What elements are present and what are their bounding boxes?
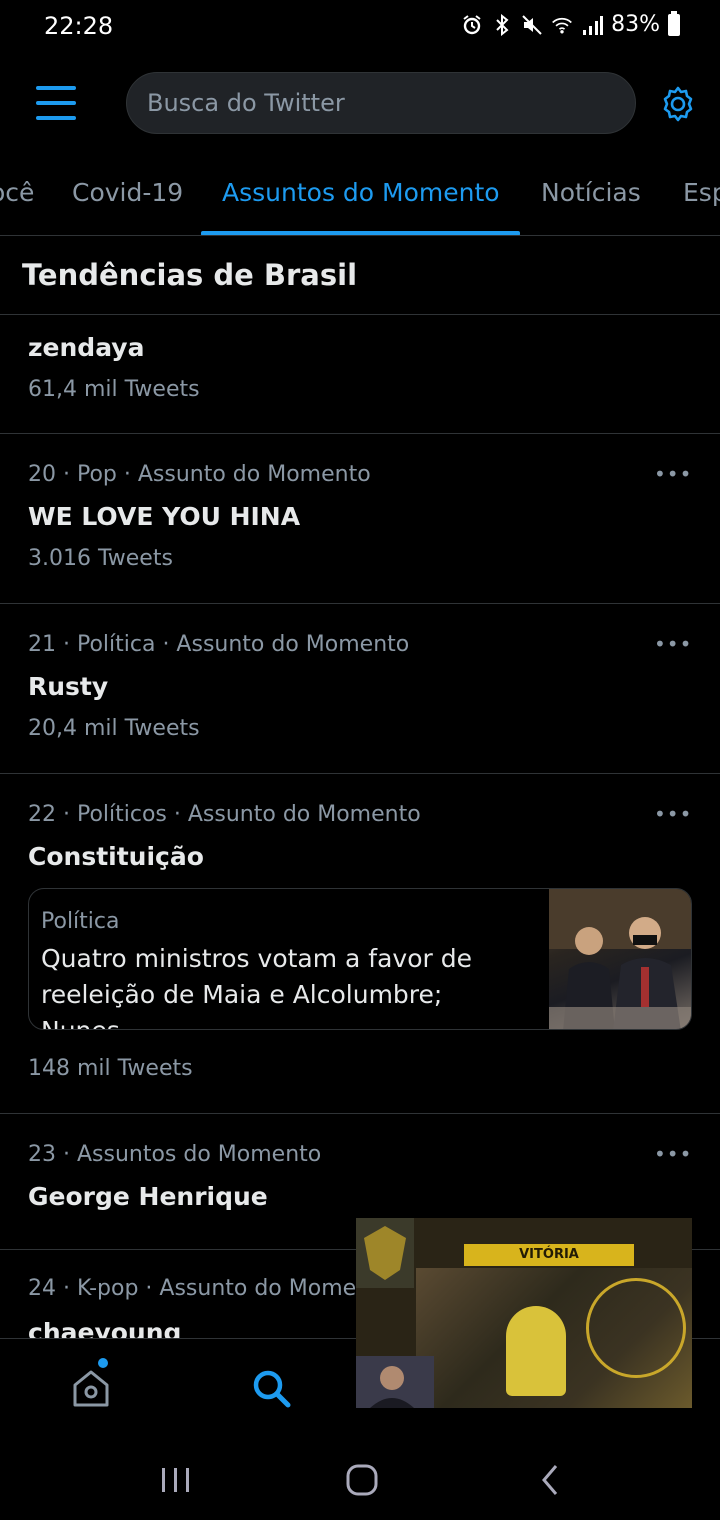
trend-name: Rusty	[28, 672, 109, 701]
trend-item[interactable]: 20 · Pop · Assunto do Momento ••• WE LOV…	[0, 434, 720, 604]
trend-meta: 22 · Políticos · Assunto do Momento	[28, 802, 421, 827]
menu-icon-line	[36, 101, 76, 105]
signal-icon	[581, 14, 604, 36]
news-headline: Quatro ministros votam a favor de reelei…	[41, 944, 472, 1029]
trend-item[interactable]: zendaya 61,4 mil Tweets	[0, 315, 720, 434]
more-options-icon[interactable]: •••	[654, 632, 691, 656]
more-options-icon[interactable]: •••	[654, 462, 691, 486]
tab-for-you[interactable]: ocê	[0, 178, 34, 207]
search-icon[interactable]	[248, 1365, 294, 1411]
trend-name: George Henrique	[28, 1182, 268, 1211]
trend-meta: 23 · Assuntos do Momento	[28, 1142, 322, 1167]
menu-icon-line	[36, 86, 76, 90]
trend-count: 3.016 Tweets	[28, 546, 173, 571]
tab-sports[interactable]: Esp	[683, 178, 720, 207]
news-thumbnail	[549, 889, 691, 1029]
status-time: 22:28	[44, 12, 114, 40]
trend-count: 148 mil Tweets	[28, 1056, 193, 1081]
system-navigation	[0, 1438, 720, 1520]
tab-trending[interactable]: Assuntos do Momento	[222, 178, 500, 207]
menu-button[interactable]	[36, 86, 76, 120]
battery-icon	[668, 10, 680, 36]
video-emblem	[586, 1278, 686, 1378]
trend-name: zendaya	[28, 333, 145, 362]
trend-item[interactable]: 22 · Políticos · Assunto do Momento ••• …	[0, 774, 720, 1114]
search-box[interactable]	[126, 72, 636, 134]
news-card[interactable]: Política Quatro ministros votam a favor …	[28, 888, 692, 1030]
search-input[interactable]	[147, 73, 617, 133]
bluetooth-icon	[491, 13, 513, 36]
back-icon[interactable]	[530, 1460, 570, 1500]
wifi-icon	[551, 14, 573, 36]
mute-icon	[521, 14, 543, 36]
trend-meta: 20 · Pop · Assunto do Momento	[28, 462, 371, 487]
tab-covid-19[interactable]: Covid-19	[72, 178, 183, 207]
explore-tabs: ocê Covid-19 Assuntos do Momento Notícia…	[0, 156, 720, 236]
trend-count: 20,4 mil Tweets	[28, 716, 200, 741]
more-options-icon[interactable]: •••	[654, 802, 691, 826]
tab-news[interactable]: Notícias	[541, 178, 641, 207]
recent-apps-icon[interactable]	[156, 1460, 196, 1500]
battery-percent: 83%	[611, 12, 660, 37]
trend-meta: 24 · K-pop · Assunto do Mome	[28, 1276, 357, 1301]
trend-name: WE LOVE YOU HINA	[28, 502, 301, 531]
notification-dot	[98, 1358, 108, 1368]
status-icons: 83%	[461, 10, 680, 37]
trend-meta: 21 · Política · Assunto do Momento	[28, 632, 410, 657]
trend-name: chaeyoung	[28, 1318, 182, 1340]
alarm-icon	[461, 14, 483, 36]
active-tab-indicator	[201, 231, 520, 235]
status-bar: 22:28 83%	[0, 0, 720, 56]
pip-video[interactable]: VITÓRIA	[356, 1218, 692, 1408]
trend-name: Constituição	[28, 842, 204, 871]
home-button-icon[interactable]	[342, 1460, 382, 1500]
trend-item[interactable]: 21 · Política · Assunto do Momento ••• R…	[0, 604, 720, 774]
trend-count: 61,4 mil Tweets	[28, 377, 200, 402]
top-header	[0, 56, 720, 156]
more-options-icon[interactable]: •••	[654, 1142, 691, 1166]
news-category: Política	[41, 909, 120, 934]
video-banner: VITÓRIA	[464, 1244, 634, 1266]
menu-icon-line	[36, 116, 76, 120]
settings-gear-icon[interactable]	[658, 84, 698, 124]
video-webcam	[356, 1356, 434, 1408]
video-character	[506, 1306, 566, 1396]
video-logo	[356, 1218, 414, 1288]
section-title: Tendências de Brasil	[22, 258, 358, 292]
home-icon[interactable]	[68, 1365, 114, 1411]
